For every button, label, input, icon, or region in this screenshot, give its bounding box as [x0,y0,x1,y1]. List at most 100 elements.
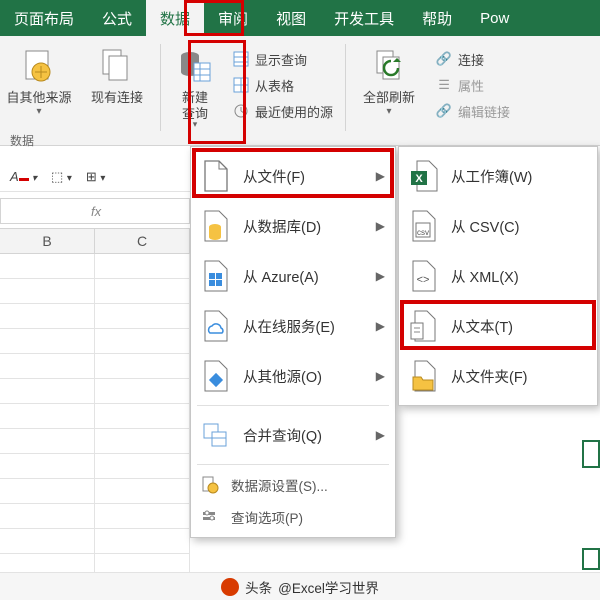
recent-sources-button[interactable]: 最近使用的源 [225,98,341,124]
from-workbook-item[interactable]: X 从工作簿(W) [399,151,597,201]
from-text-item[interactable]: 从文本(T) [399,301,597,351]
chevron-right-icon: ▶ [376,169,385,183]
data-source-settings-item[interactable]: 数据源设置(S)... [191,469,395,501]
properties-button: ☰ 属性 [428,72,518,98]
edit-links-button: 🔗 编辑链接 [428,98,518,124]
grid-icon [233,77,249,93]
from-file-submenu: X 从工作簿(W) csv 从 CSV(C) <> 从 XML(X) 从文本(T… [398,146,598,406]
tab-dev[interactable]: 开发工具 [320,0,408,36]
properties-icon: ☰ [436,77,452,93]
from-azure-label: 从 Azure(A) [243,266,319,287]
col-c[interactable]: C [95,229,190,253]
tab-formulas[interactable]: 公式 [88,0,146,36]
new-query-icon [175,46,215,86]
ribbon-body: 自其他来源 ▾ 现有连接 新建 查询 ▾ 显示查询 从表格 最近使用的源 [0,36,600,146]
from-other-sources-button[interactable]: 自其他来源 ▾ [0,40,78,145]
from-file-label: 从文件(F) [243,166,305,187]
refresh-all-label: 全部刷新 [363,90,415,106]
from-database-label: 从数据库(D) [243,216,321,237]
connections-button[interactable]: 🔗 连接 [428,46,518,72]
font-color-button[interactable]: A ▾ [10,169,37,185]
tab-data[interactable]: 数据 [146,0,204,36]
chevron-right-icon: ▶ [376,219,385,233]
tab-help[interactable]: 帮助 [408,0,466,36]
link-icon: 🔗 [436,51,452,67]
from-other-item[interactable]: 从其他源(O) ▶ [191,351,395,401]
svg-text:<>: <> [417,274,430,286]
csv-icon: csv [407,209,441,243]
fx-label: fx [91,204,101,219]
chevron-right-icon: ▶ [376,319,385,333]
merge-icon [199,418,233,452]
existing-connections-label: 现有连接 [91,90,143,106]
tab-page-layout[interactable]: 页面布局 [0,0,88,36]
other-sources-icon [19,46,59,86]
recent-sources-label: 最近使用的源 [255,102,333,121]
from-folder-item[interactable]: 从文件夹(F) [399,351,597,401]
properties-label: 属性 [458,76,484,95]
col-b[interactable]: B [0,229,95,253]
selected-cell-2 [582,548,600,570]
from-other-label: 从其他源(O) [243,366,322,387]
tab-power[interactable]: Pow [466,0,523,36]
footer-account: @Excel学习世界 [278,577,379,597]
query-options-label: 查询选项(P) [231,507,303,527]
from-table-button[interactable]: 从表格 [225,72,341,98]
from-database-item[interactable]: 从数据库(D) ▶ [191,201,395,251]
formula-bar[interactable]: fx [0,198,190,224]
edit-links-icon: 🔗 [436,103,452,119]
options-icon [199,506,221,528]
new-query-button[interactable]: 新建 查询 ▾ [165,40,225,145]
tab-view[interactable]: 视图 [262,0,320,36]
from-file-item[interactable]: 从文件(F) ▶ [191,151,395,201]
data-source-settings-label: 数据源设置(S)... [231,475,328,495]
toolbar-dd1[interactable]: ⬚ ▾ [51,169,72,185]
xlsx-icon: X [407,159,441,193]
from-other-sources-label: 自其他来源 [6,90,71,106]
table-icon [233,51,249,67]
settings-icon [199,474,221,496]
show-queries-label: 显示查询 [255,50,307,69]
database-icon [199,209,233,243]
selected-cell [582,440,600,468]
avatar-icon [221,578,239,596]
from-online-item[interactable]: 从在线服务(E) ▶ [191,301,395,351]
from-workbook-label: 从工作簿(W) [451,166,532,187]
from-xml-item[interactable]: <> 从 XML(X) [399,251,597,301]
show-queries-button[interactable]: 显示查询 [225,46,341,72]
query-options-item[interactable]: 查询选项(P) [191,501,395,533]
menu-separator [197,405,389,406]
from-csv-item[interactable]: csv 从 CSV(C) [399,201,597,251]
clock-icon [233,103,249,119]
toolbar-dd2[interactable]: ⊞ ▾ [86,169,106,185]
separator [345,44,346,131]
connections-label: 连接 [458,50,484,69]
merge-queries-item[interactable]: 合并查询(Q) ▶ [191,410,395,460]
from-online-label: 从在线服务(E) [243,316,335,337]
edit-links-label: 编辑链接 [458,102,510,121]
separator [160,44,161,131]
folder-icon [407,359,441,393]
connections-small-group: 🔗 连接 ☰ 属性 🔗 编辑链接 [428,40,518,145]
diamond-icon [199,359,233,393]
refresh-icon [369,46,409,86]
from-azure-item[interactable]: 从 Azure(A) ▶ [191,251,395,301]
xml-icon: <> [407,259,441,293]
text-icon [407,309,441,343]
chevron-right-icon: ▶ [376,428,385,442]
chevron-right-icon: ▶ [376,269,385,283]
get-transform-small-group: 显示查询 从表格 最近使用的源 [225,40,341,145]
azure-icon [199,259,233,293]
refresh-all-button[interactable]: 全部刷新 ▾ [350,40,428,145]
from-xml-label: 从 XML(X) [451,266,519,287]
file-icon [199,159,233,193]
worksheet-grid[interactable] [0,254,190,572]
new-query-label: 新建 查询 [182,90,208,121]
column-headers: B C [0,228,190,254]
footer-credit: 头条 @Excel学习世界 [0,572,600,600]
existing-connections-icon [97,46,137,86]
mini-toolbar: A ▾ ⬚ ▾ ⊞ ▾ [0,162,190,192]
menu-separator [197,464,389,465]
tab-review[interactable]: 审阅 [204,0,262,36]
existing-connections-button[interactable]: 现有连接 [78,40,156,145]
